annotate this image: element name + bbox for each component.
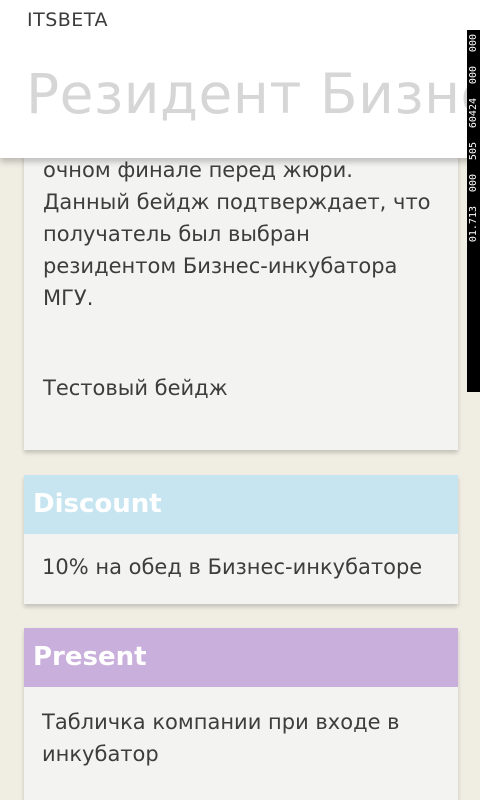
debug-counter-strip: 000 000 60424 505 000 01.713 — [467, 30, 480, 392]
app-name: ITSBETA — [27, 9, 108, 31]
counter-value: 000 — [467, 174, 479, 193]
counter-value: 01.713 — [467, 206, 479, 243]
badge-description: очном финале перед жюри. Данный бейдж по… — [43, 158, 431, 310]
present-offer-text: Табличка компании при входе в инкубатор — [42, 710, 400, 766]
page-title: Резидент Бизнес-инкубатора МГУ — [26, 62, 480, 126]
discount-offer-card[interactable]: Discount 10% на обед в Бизнес-инкубаторе — [24, 475, 458, 604]
counter-value: 505 — [467, 142, 479, 161]
counter-value: 000 — [467, 34, 479, 53]
page-header: ITSBETA Резидент Бизнес-инкубатора МГУ — [0, 0, 480, 158]
present-offer-title: Present — [24, 628, 458, 687]
badge-description-card: очном финале перед жюри. Данный бейдж по… — [24, 110, 458, 450]
present-offer-card[interactable]: Present Табличка компании при входе в ин… — [24, 628, 458, 800]
counter-value: 60424 — [467, 98, 479, 129]
counter-value: 000 — [467, 66, 479, 85]
discount-offer-title: Discount — [24, 475, 458, 534]
badge-name: Тестовый бейдж — [43, 376, 228, 400]
discount-offer-text: 10% на обед в Бизнес-инкубаторе — [42, 555, 423, 579]
